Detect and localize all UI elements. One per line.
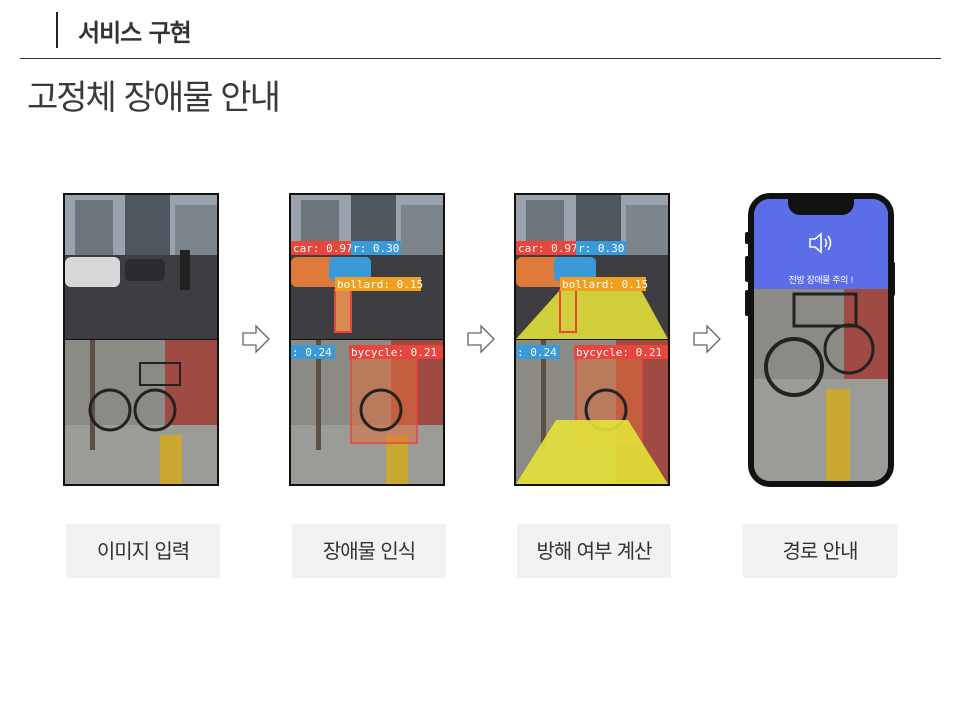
car-detection-label: car: 0.97 bbox=[293, 242, 353, 255]
phone-notch bbox=[788, 199, 854, 215]
bollard-detection-label: bollard: 0.15 bbox=[337, 278, 423, 291]
step-label-route-guidance: 경로 안내 bbox=[743, 524, 897, 578]
bollard-detection-label: bollard: 0.15 bbox=[562, 278, 648, 291]
step-label-obstacle-recognition: 장애물 인식 bbox=[292, 524, 446, 578]
car-detection-label: car: 0.97 bbox=[518, 242, 578, 255]
header-rule bbox=[20, 58, 941, 59]
step-label-image-input: 이미지 입력 bbox=[66, 524, 220, 578]
page-title: 고정체 장애물 안내 bbox=[27, 78, 281, 118]
arrow-right-icon bbox=[242, 324, 270, 354]
arrow-right-icon bbox=[467, 324, 495, 354]
recognition-image-panel: car: 0.97 r: 0.30 bollard: 0.15 : 0.24 b… bbox=[289, 193, 445, 486]
bollard-detection-label-2: : 0.24 bbox=[517, 346, 557, 359]
bollard-detection-label-2: : 0.24 bbox=[292, 346, 332, 359]
section-divider bbox=[56, 12, 58, 48]
car-detection-label-2: r: 0.30 bbox=[578, 242, 624, 255]
alert-text: 전방 장애물 주의 ! bbox=[788, 276, 854, 286]
obstruction-calc-panel: car: 0.97 r: 0.30 bollard: 0.15 : 0.24 b… bbox=[514, 193, 670, 486]
step-label-obstruction-calc: 방해 여부 계산 bbox=[517, 524, 671, 578]
speaker-icon bbox=[809, 232, 832, 254]
bicycle-detection-label: bycycle: 0.21 bbox=[351, 346, 437, 359]
bicycle-detection-label: bycycle: 0.21 bbox=[576, 346, 662, 359]
input-image-panel bbox=[63, 193, 219, 486]
phone-mockup: 전방 장애물 주의 ! bbox=[748, 193, 894, 487]
section-title: 서비스 구현 bbox=[78, 19, 192, 47]
arrow-right-icon bbox=[693, 324, 721, 354]
car-detection-label-2: r: 0.30 bbox=[353, 242, 399, 255]
